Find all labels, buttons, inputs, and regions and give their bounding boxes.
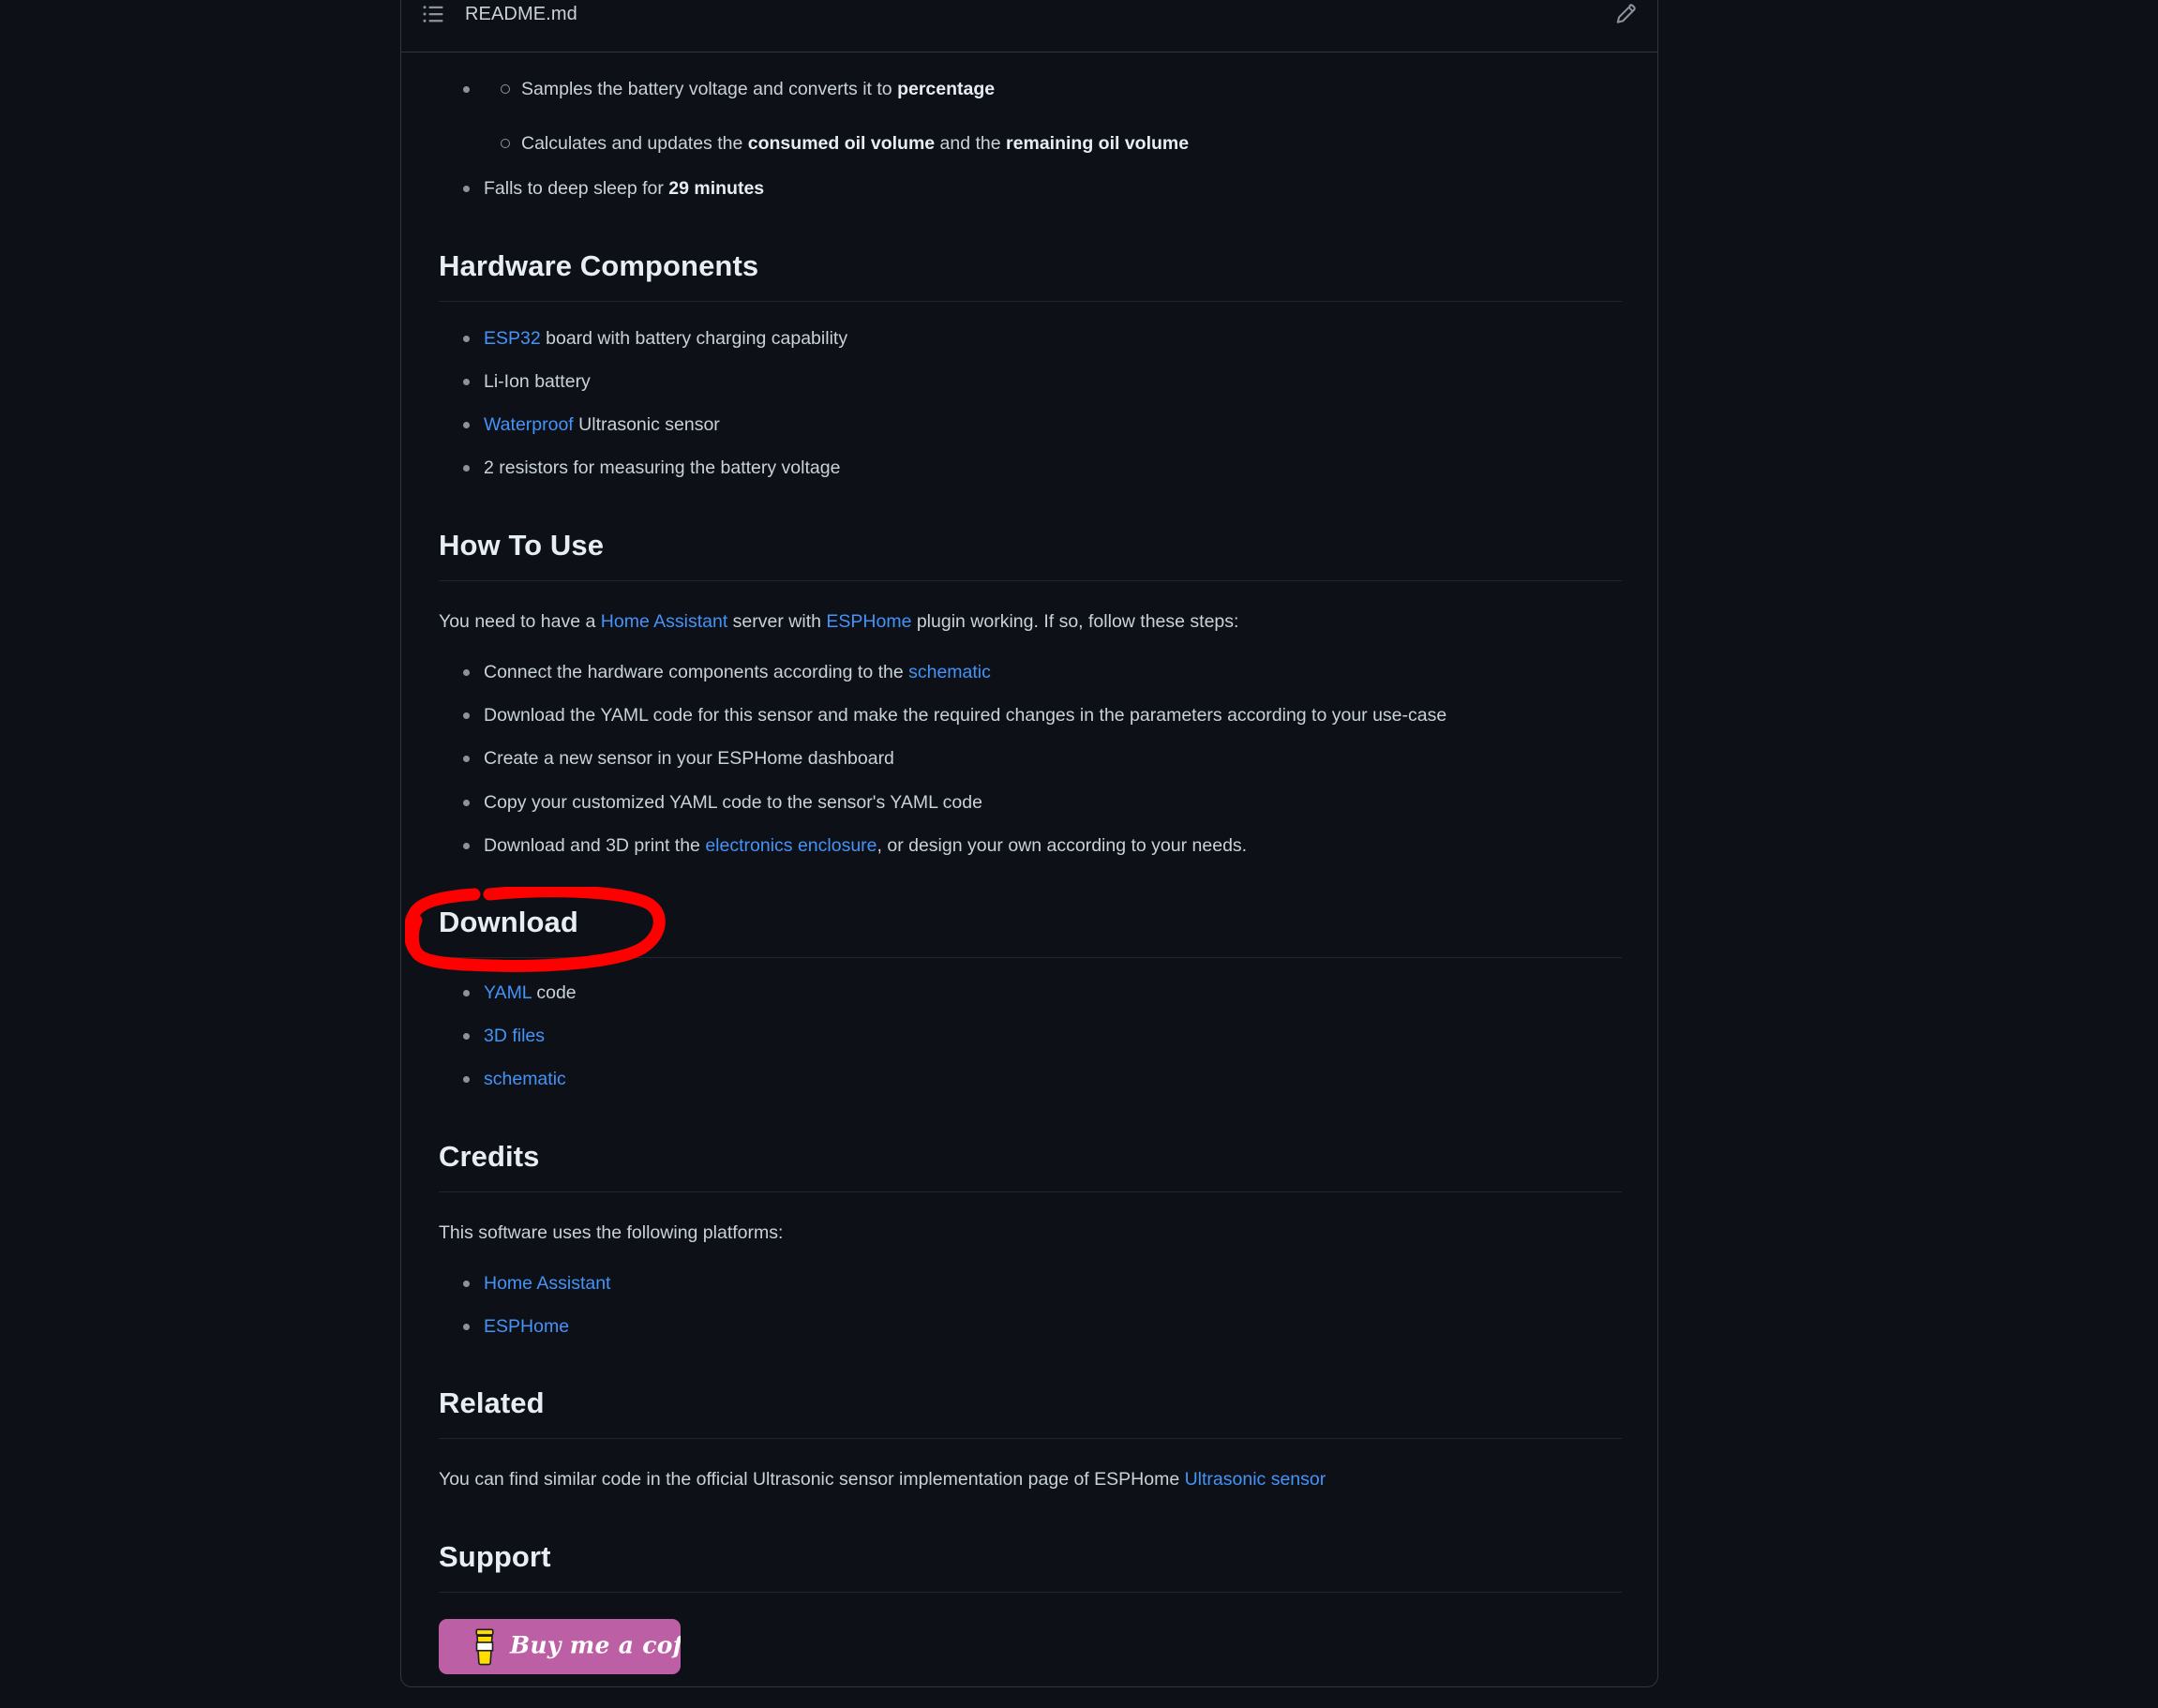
intro-text: plugin working. If so, follow these step… [911,610,1239,632]
credits-intro: This software uses the following platfor… [439,1221,784,1243]
heading-credits: Credits [439,1134,1622,1192]
how-to-use-steps: Connect the hardware components accordin… [439,658,1622,860]
item-text: Samples the battery voltage and converts… [521,79,898,99]
download-item-schematic: schematic [463,1065,1622,1093]
link-waterproof[interactable]: Waterproof [484,414,574,435]
link-esphome-credit[interactable]: ESPHome [484,1316,569,1337]
list-item-esp32: ESP32 board with battery charging capabi… [463,324,1622,352]
credits-list: Home Assistant ESPHome [439,1269,1622,1341]
credits-item-home-assistant: Home Assistant [463,1269,1622,1297]
hardware-list: ESP32 board with battery charging capabi… [439,324,1622,483]
heading-download: Download [439,900,1622,958]
link-schematic-download[interactable]: schematic [484,1069,566,1089]
item-text: and the [935,133,1007,155]
download-item-3d-files: 3D files [463,1022,1622,1050]
readme-file-card: README.md Samples the battery voltage an… [400,0,1658,1687]
link-electronics-enclosure[interactable]: electronics enclosure [705,835,877,856]
step-text: , or design your own according to your n… [877,834,1248,856]
step-text: Connect the hardware components accordin… [484,661,909,682]
item-text: Falls to deep sleep for [484,178,669,200]
bulleted-list-icon[interactable] [422,3,444,25]
link-home-assistant[interactable]: Home Assistant [601,611,727,632]
item-text: Calculates and updates the [521,133,748,155]
step-download-yaml: Download the YAML code for this sensor a… [463,701,1622,729]
step-text: Download the YAML code for this sensor a… [484,705,1447,727]
heading-how-to-use: How To Use [439,523,1622,581]
list-item: Samples the battery voltage and converts… [501,75,1622,103]
step-text: Download and 3D print the [484,834,706,856]
intro-text: server with [727,610,827,632]
screen: README.md Samples the battery voltage an… [0,0,2158,1708]
link-ultrasonic-sensor[interactable]: Ultrasonic sensor [1185,1469,1326,1490]
list-item-ultrasonic: Waterproof Ultrasonic sensor [463,411,1622,439]
heading-support: Support [439,1535,1622,1593]
credits-item-esphome: ESPHome [463,1312,1622,1341]
download-item-yaml-code: YAML code [463,979,1622,1007]
file-title: README.md [465,3,577,24]
pencil-icon[interactable] [1614,3,1637,25]
related-prefix: You can find similar code in the officia… [439,1469,1185,1491]
list-item-battery: Li-Ion battery [463,367,1622,396]
download-list: YAML code 3D files schematic [439,979,1622,1094]
list-item-resistors: 2 resistors for measuring the battery vo… [463,454,1622,482]
item-text: Ultrasonic sensor [573,414,720,436]
link-3d-files[interactable]: 3D files [484,1026,545,1046]
step-copy-yaml: Copy your customized YAML code to the se… [463,788,1622,817]
link-home-assistant-credit[interactable]: Home Assistant [484,1273,610,1294]
intro-text: You need to have a [439,610,601,632]
how-to-use-intro: You need to have a Home Assistant server… [439,607,1622,636]
markdown-body: Samples the battery voltage and converts… [401,52,1657,1686]
link-schematic[interactable]: schematic [908,662,991,682]
coffee-badge-label: Buy me a coffee [510,1631,681,1659]
step-text: Create a new sensor in your ESPHome dash… [484,748,894,770]
heading-hardware-components: Hardware Components [439,244,1622,302]
clipped-list: Samples the battery voltage and converts… [439,75,1622,203]
step-3d-print: Download and 3D print the electronics en… [463,832,1622,860]
item-text: board with battery charging capability [540,327,848,349]
item-strong: 29 minutes [668,178,765,200]
related-text: You can find similar code in the officia… [439,1465,1622,1493]
link-yaml[interactable]: YAML [484,982,532,1003]
step-connect-hardware: Connect the hardware components accordin… [463,658,1622,686]
item-text: Li-Ion battery [484,370,591,392]
file-header-left: README.md [422,3,577,25]
list-item-parent: Samples the battery voltage and converts… [463,75,1622,157]
file-header: README.md [401,0,1657,52]
item-strong: remaining oil volume [1006,133,1190,155]
item-strong: consumed oil volume [747,133,936,155]
step-text: Copy your customized YAML code to the se… [484,791,982,813]
item-text: 2 resistors for measuring the battery vo… [484,457,841,479]
list-item: Calculates and updates the consumed oil … [501,129,1622,157]
clipped-sublist: Samples the battery voltage and converts… [484,75,1622,157]
heading-related: Related [439,1381,1622,1440]
buy-me-a-coffee-button[interactable]: Buy me a coffee [439,1618,681,1674]
link-esphome[interactable]: ESPHome [826,611,911,632]
list-item: Falls to deep sleep for 29 minutes [463,174,1622,202]
step-create-sensor: Create a new sensor in your ESPHome dash… [463,744,1622,772]
item-strong: percentage [897,79,996,99]
link-esp32[interactable]: ESP32 [484,328,541,349]
item-text: code [531,981,577,1003]
